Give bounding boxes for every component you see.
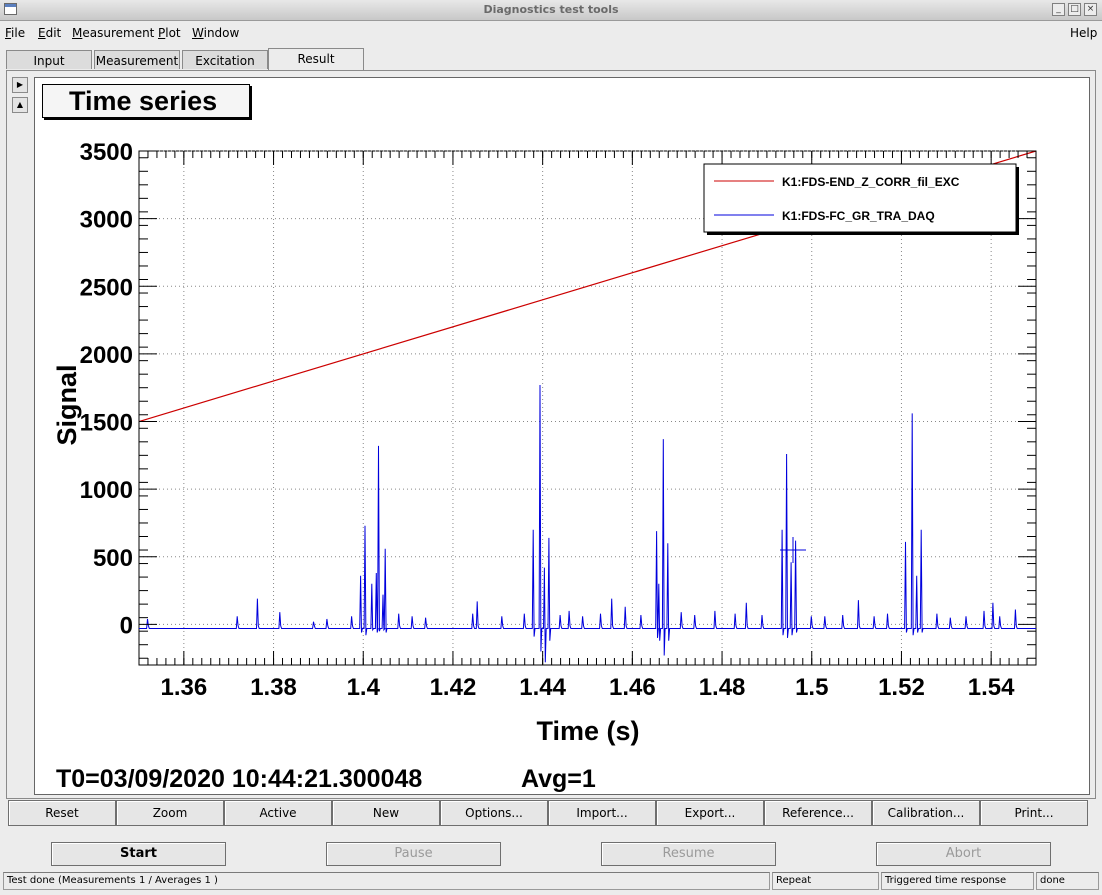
y-tick-label: 500 [93, 545, 133, 572]
calibration-button[interactable]: Calibration... [872, 800, 980, 826]
export-button[interactable]: Export... [656, 800, 764, 826]
status-repeat: Repeat [772, 872, 879, 890]
start-button[interactable]: Start [51, 842, 226, 866]
status-bar: Test done (Measurements 1 / Averages 1 )… [0, 872, 1102, 895]
x-tick-label: 1.46 [609, 674, 656, 701]
resume-button[interactable]: Resume [601, 842, 776, 866]
y-tick-label: 3500 [80, 139, 133, 166]
x-tick-label: 1.48 [699, 674, 746, 701]
new-button[interactable]: New [332, 800, 440, 826]
avg-label: Avg=1 [521, 765, 596, 793]
status-mode: Triggered time response [881, 872, 1034, 890]
reset-button[interactable]: Reset [8, 800, 116, 826]
legend-label: K1:FDS-FC_GR_TRA_DAQ [782, 209, 935, 223]
x-tick-label: 1.54 [968, 674, 1015, 701]
x-tick-label: 1.38 [250, 674, 297, 701]
plot-button-row: Reset Zoom Active New Options... Import.… [8, 800, 1090, 826]
y-tick-label: 2000 [80, 342, 133, 369]
status-state: done [1036, 872, 1099, 890]
x-tick-label: 1.44 [519, 674, 566, 701]
x-tick-label: 1.52 [878, 674, 925, 701]
active-button[interactable]: Active [224, 800, 332, 826]
abort-button[interactable]: Abort [876, 842, 1051, 866]
y-tick-label: 1500 [80, 410, 133, 437]
time-series-chart[interactable]: 1.36 1.38 1.4 1.42 1.44 1.46 1.48 1.5 1.52 1.54 0 5… [0, 0, 1102, 800]
import-button[interactable]: Import... [548, 800, 656, 826]
x-tick-label: 1.42 [430, 674, 477, 701]
plot-title: Time series [42, 84, 250, 118]
zoom-button[interactable]: Zoom [116, 800, 224, 826]
print-button[interactable]: Print... [980, 800, 1088, 826]
y-tick-label: 0 [120, 612, 133, 639]
options-button[interactable]: Options... [440, 800, 548, 826]
y-tick-label: 1000 [80, 477, 133, 504]
y-tick-label: 3000 [80, 207, 133, 234]
y-axis-label: Signal [52, 364, 82, 445]
pause-button[interactable]: Pause [326, 842, 501, 866]
y-tick-label: 2500 [80, 274, 133, 301]
x-tick-label: 1.5 [795, 674, 828, 701]
legend-label: K1:FDS-END_Z_CORR_fil_EXC [782, 175, 960, 189]
x-tick-label: 1.4 [347, 674, 381, 701]
reference-button[interactable]: Reference... [764, 800, 872, 826]
x-axis-label: Time (s) [536, 716, 639, 746]
status-message: Test done (Measurements 1 / Averages 1 ) [3, 872, 770, 890]
x-tick-label: 1.36 [160, 674, 207, 701]
t0-label: T0=03/09/2020 10:44:21.300048 [56, 765, 422, 793]
